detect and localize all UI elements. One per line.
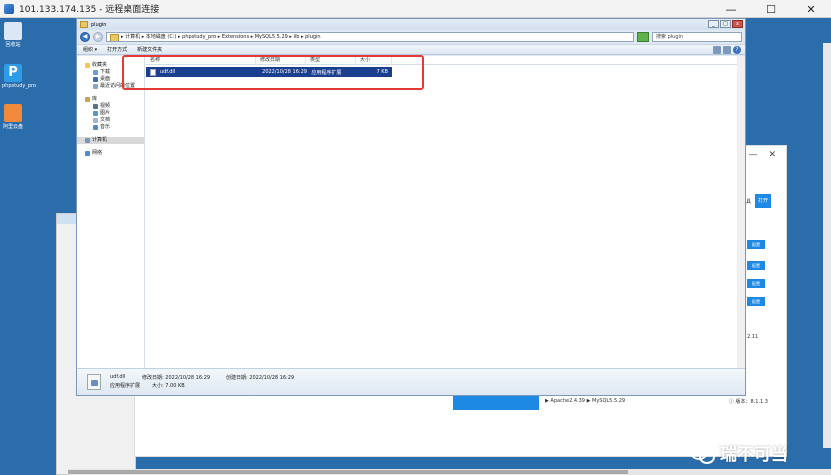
recycle-bin-icon (4, 22, 22, 40)
config-button[interactable]: 配置 (747, 261, 765, 270)
vertical-scrollbar[interactable] (737, 56, 745, 368)
picture-icon (93, 111, 98, 116)
desktop-icon (93, 77, 98, 82)
nav-label: 桌面 (100, 76, 111, 82)
nav-label: 文档 (100, 117, 111, 123)
highlight-annotation (122, 55, 424, 90)
horizontal-scrollbar[interactable] (68, 469, 831, 475)
rdp-minimize-button[interactable]: — (711, 0, 751, 18)
nav-label: 图片 (100, 110, 111, 116)
nav-videos[interactable]: 视频 (77, 103, 144, 110)
desktop-icon-recycle-bin[interactable]: 回收站 (2, 22, 24, 48)
details-file-name: udf.dll (110, 374, 126, 380)
library-icon (85, 97, 90, 102)
services-status: ▶ Apache2.4.39 ▶ MySQL5.5.29 (545, 398, 626, 404)
nav-label: 网络 (92, 150, 103, 156)
desktop-icon-label: 阿里云盘 (2, 124, 23, 130)
explorer-title-bar: plugin _ □ x (77, 19, 745, 30)
nav-label: 视频 (100, 103, 111, 109)
details-pane: udf.dll 应用程序扩展 修改日期: 2022/10/28 16:29 大小… (77, 368, 745, 395)
open-with-button[interactable]: 打开方式 (107, 46, 127, 53)
view-options-icon[interactable] (713, 46, 721, 54)
file-list: 名称 修改日期 类型 大小 udf.dll 2022/10/28 16:29 应… (146, 56, 745, 368)
watermark-text: 瑞不可当 (720, 445, 788, 465)
remote-desktop-icon (4, 3, 14, 14)
refresh-button[interactable] (637, 32, 649, 42)
star-icon (85, 63, 90, 68)
video-icon (93, 104, 98, 109)
nav-label: 收藏夹 (92, 62, 108, 68)
computer-icon (85, 138, 90, 143)
details-file-type: 应用程序扩展 (110, 383, 141, 389)
nav-libraries[interactable]: 库 (77, 96, 144, 103)
rdp-window-title: 101.133.174.135 - 远程桌面连接 (19, 5, 160, 15)
config-button[interactable]: 配置 (747, 279, 765, 288)
open-button[interactable]: 打开 (755, 194, 771, 208)
rdp-maximize-button[interactable]: ☐ (751, 0, 791, 18)
aliyun-drive-icon (4, 104, 22, 122)
search-input[interactable]: 搜索 plugin (652, 32, 742, 42)
details-size: 大小: 7.00 KB (152, 383, 185, 389)
rdp-title-bar: 101.133.174.135 - 远程桌面连接 — ☐ ✕ (0, 0, 831, 18)
forward-button[interactable]: ▶ (93, 32, 103, 42)
close-button[interactable]: x (732, 20, 743, 28)
music-icon (93, 125, 98, 130)
desktop-icon-phpstudy[interactable]: P phpstudy_pro (2, 64, 37, 89)
preview-pane-icon[interactable] (723, 46, 731, 54)
nav-label: 库 (92, 96, 98, 102)
nav-documents[interactable]: 文档 (77, 117, 144, 124)
right-edge-strip (823, 43, 831, 448)
nav-music[interactable]: 音乐 (77, 124, 144, 131)
recent-icon (93, 84, 98, 89)
version-label: 2.11 (747, 334, 759, 340)
maximize-button[interactable]: □ (720, 20, 731, 28)
desktop-icon-label: phpstudy_pro (2, 83, 37, 89)
rdp-close-button[interactable]: ✕ (791, 0, 831, 18)
nav-network[interactable]: 网络 (77, 150, 144, 157)
minimize-button[interactable]: _ (708, 20, 719, 28)
config-button[interactable]: 配置 (747, 297, 765, 306)
explorer-toolbar: 组织 ▾ 打开方式 新建文件夹 ? (77, 44, 745, 55)
nav-pictures[interactable]: 图片 (77, 110, 144, 117)
app-version: ⓘ 版本：8.1.1.3 (728, 399, 768, 405)
nav-label: 下载 (100, 69, 111, 75)
nav-label: 音乐 (100, 124, 111, 130)
config-button[interactable]: 配置 (747, 240, 765, 249)
phpstudy-icon: P (4, 64, 22, 82)
folder-icon (80, 21, 88, 28)
document-icon (93, 118, 98, 123)
navigation-pane: 收藏夹 下载 桌面 最近访问的位置 库 视频 图片 文档 音乐 计算机 网络 (77, 56, 145, 368)
explorer-body: 收藏夹 下载 桌面 最近访问的位置 库 视频 图片 文档 音乐 计算机 网络 名… (77, 56, 745, 368)
nav-label: 计算机 (92, 137, 108, 143)
organize-menu[interactable]: 组织 ▾ (83, 46, 97, 53)
downloads-icon (93, 70, 98, 75)
desktop-icon-label: 回收站 (5, 42, 21, 48)
nav-computer[interactable]: 计算机 (77, 137, 144, 144)
window-title: plugin (91, 21, 107, 28)
watermark: 瑞不可当 (690, 440, 788, 465)
address-bar[interactable]: ▸ 计算机 ▸ 本地磁盘 (C:) ▸ phpstudy_pro ▸ Exten… (106, 32, 634, 42)
desktop-icon-aliyun[interactable]: 阿里云盘 (2, 104, 24, 130)
help-icon[interactable]: ? (733, 46, 741, 54)
address-bar-row: ◀ ▶ ▸ 计算机 ▸ 本地磁盘 (C:) ▸ phpstudy_pro ▸ E… (77, 30, 745, 44)
dll-file-large-icon (87, 374, 101, 390)
details-modified: 修改日期: 2022/10/28 16:29 (142, 375, 211, 381)
network-icon (85, 151, 90, 156)
details-created: 创建日期: 2022/10/28 16:29 (226, 375, 295, 381)
wechat-icon (690, 443, 715, 464)
new-folder-button[interactable]: 新建文件夹 (137, 46, 162, 53)
back-button[interactable]: ◀ (80, 32, 90, 42)
